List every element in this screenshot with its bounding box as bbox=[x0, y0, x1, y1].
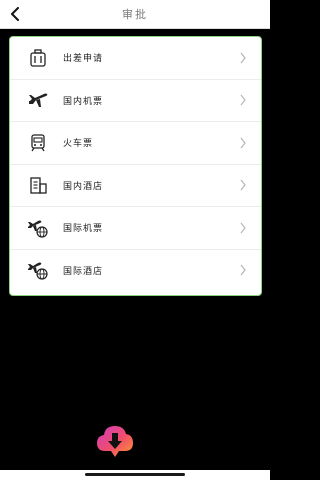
chevron-right-icon bbox=[240, 179, 246, 191]
menu-item-label: 火车票 bbox=[63, 139, 94, 150]
menu-item-train-tickets[interactable]: 火车票 bbox=[10, 122, 261, 165]
menu-item-domestic-hotels[interactable]: 国内酒店 bbox=[10, 165, 261, 207]
chevron-right-icon bbox=[240, 264, 246, 276]
menu-item-label: 国际机票 bbox=[63, 224, 104, 235]
menu-item-label: 出差申请 bbox=[63, 54, 104, 65]
home-indicator[interactable] bbox=[85, 473, 185, 476]
chevron-right-icon bbox=[240, 137, 246, 149]
menu-item-domestic-flights[interactable]: 国内机票 bbox=[10, 80, 261, 122]
navigation-bar: 审批 bbox=[0, 0, 270, 29]
international-flight-icon bbox=[27, 217, 49, 239]
building-icon bbox=[27, 174, 49, 196]
approval-menu-card: 出差申请 国内机票 火车票 国内酒店 国际机票 国际酒店 bbox=[9, 36, 262, 296]
menu-item-international-hotels[interactable]: 国际酒店 bbox=[10, 250, 261, 292]
menu-item-label: 国内酒店 bbox=[63, 181, 104, 192]
page-title: 审批 bbox=[122, 8, 148, 21]
menu-item-international-flights[interactable]: 国际机票 bbox=[10, 207, 261, 250]
airplane-icon bbox=[27, 89, 49, 111]
chevron-right-icon bbox=[240, 52, 246, 64]
menu-item-label: 国际酒店 bbox=[63, 266, 104, 277]
chevron-right-icon bbox=[240, 222, 246, 234]
menu-item-business-trip-application[interactable]: 出差申请 bbox=[10, 37, 261, 80]
international-hotel-icon bbox=[27, 259, 49, 281]
cloud-download-logo-icon bbox=[97, 426, 133, 457]
suitcase-icon bbox=[27, 47, 49, 69]
menu-item-label: 国内机票 bbox=[63, 96, 104, 107]
chevron-right-icon bbox=[240, 94, 246, 106]
train-icon bbox=[27, 132, 49, 154]
